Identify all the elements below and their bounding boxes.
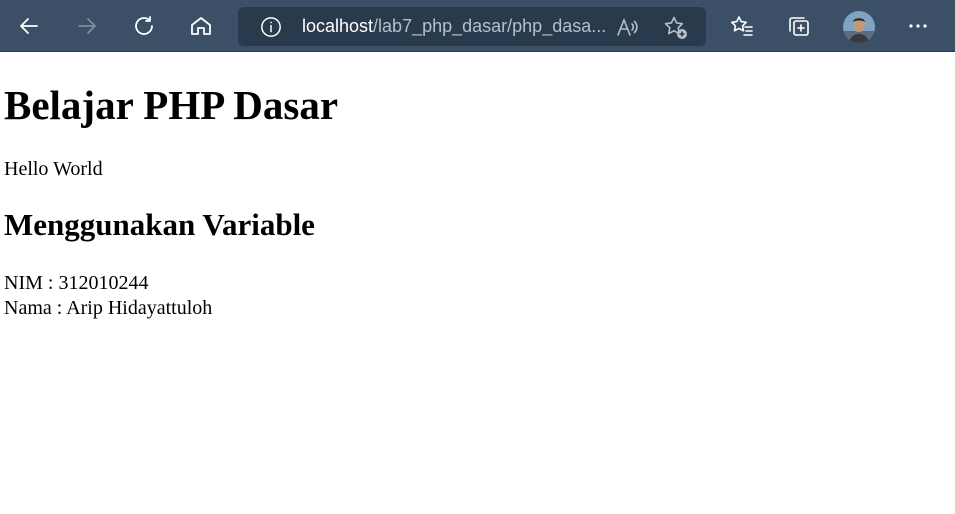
url-text[interactable]: localhost/lab7_php_dasar/php_dasa...	[302, 16, 607, 37]
url-path: /lab7_php_dasar/php_dasa...	[373, 16, 607, 36]
collections-button[interactable]	[781, 8, 817, 44]
refresh-icon	[135, 16, 153, 35]
back-button[interactable]	[11, 8, 47, 44]
address-bar[interactable]: localhost/lab7_php_dasar/php_dasa...	[238, 7, 706, 46]
more-icon	[909, 24, 927, 28]
hello-text: Hello World	[4, 158, 103, 180]
collections-icon	[789, 17, 809, 36]
page-content: Belajar PHP Dasar Hello World Menggunaka…	[0, 82, 955, 321]
url-host: localhost	[302, 16, 374, 36]
more-button[interactable]	[900, 8, 936, 44]
site-info-icon[interactable]	[260, 16, 282, 38]
student-info: NIM : 312010244 Nama : Arip Hidayattuloh	[4, 271, 951, 321]
nim-text: NIM : 312010244	[4, 272, 149, 294]
home-button[interactable]	[183, 8, 219, 44]
browser-toolbar: localhost/lab7_php_dasar/php_dasa...	[0, 0, 955, 52]
back-arrow-icon	[20, 18, 38, 34]
favorites-icon	[731, 16, 753, 36]
read-aloud-icon[interactable]	[615, 15, 639, 39]
forward-arrow-icon	[78, 18, 96, 34]
refresh-button[interactable]	[126, 8, 162, 44]
page-title: Belajar PHP Dasar	[4, 82, 339, 128]
nama-text: Nama : Arip Hidayattuloh	[4, 297, 213, 319]
add-favorite-icon[interactable]	[663, 15, 689, 41]
avatar[interactable]	[843, 11, 875, 43]
section-heading: Menggunakan Variable	[4, 207, 315, 242]
home-icon	[191, 17, 211, 35]
forward-button[interactable]	[69, 8, 105, 44]
favorites-button[interactable]	[724, 8, 760, 44]
profile-photo-icon	[843, 11, 875, 43]
